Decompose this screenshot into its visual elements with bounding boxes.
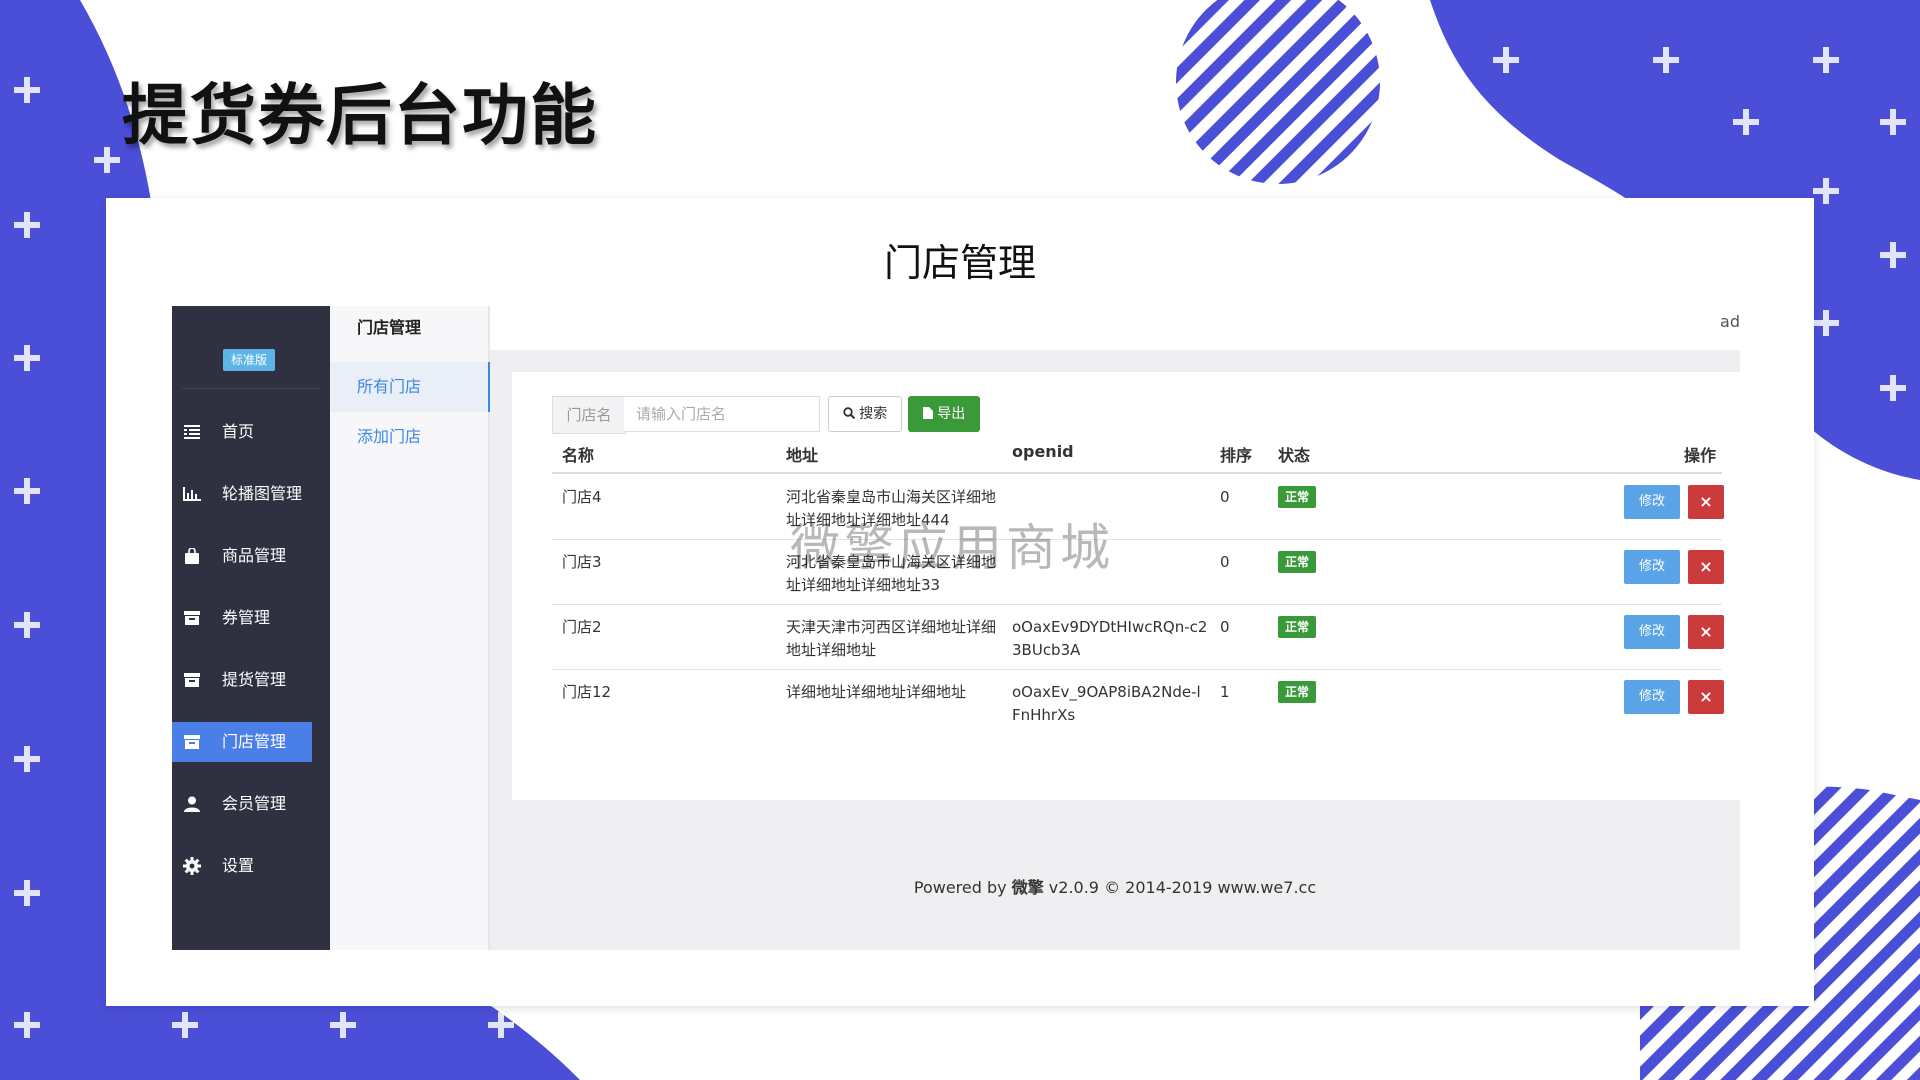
- store-openid: oOaxEv_9OAP8iBA2Nde-lFnHhrXs: [1012, 683, 1201, 724]
- sidebar-item-banner[interactable]: 轮播图管理: [172, 474, 312, 514]
- shopping-bag-icon: [182, 536, 202, 576]
- search-button[interactable]: 搜索: [828, 396, 902, 432]
- store-name: 门店3: [562, 553, 602, 571]
- search-icon: [843, 407, 855, 420]
- status-badge: 正常: [1278, 486, 1317, 508]
- store-name-search-input[interactable]: [624, 396, 820, 432]
- edit-button[interactable]: 修改: [1624, 485, 1680, 519]
- column-header-address: 地址: [786, 446, 819, 465]
- edit-button[interactable]: 修改: [1624, 550, 1680, 584]
- column-header-name: 名称: [562, 446, 595, 465]
- user-icon: [182, 784, 202, 824]
- subnav-item-label: 添加门店: [357, 427, 422, 446]
- store-openid: oOaxEv9DYDtHIwcRQn-c23BUcb3A: [1012, 618, 1208, 659]
- sidebar-item-coupons[interactable]: 券管理: [172, 598, 312, 638]
- sidebar-item-settings[interactable]: 设置: [172, 846, 312, 886]
- topbar: ad: [490, 306, 1740, 350]
- store-address: 河北省秦皇岛市山海关区详细地址详细地址详细地址33: [786, 553, 997, 594]
- subnav-item-all-stores[interactable]: 所有门店: [330, 362, 491, 412]
- delete-button[interactable]: ×: [1688, 680, 1724, 714]
- delete-button[interactable]: ×: [1688, 550, 1724, 584]
- sidebar-item-label: 会员管理: [222, 794, 287, 813]
- page-footer: Powered by 微擎 v2.0.9 © 2014-2019 www.we7…: [490, 874, 1740, 898]
- subnav-item-label: 所有门店: [357, 377, 422, 396]
- export-button-label: 导出: [937, 406, 966, 422]
- sidebar-item-label: 提货管理: [222, 670, 287, 689]
- store-list-panel: 门店名 搜索 导出 名称 地址 openid 排序: [512, 372, 1740, 800]
- sidebar-item-label: 商品管理: [222, 546, 287, 565]
- table-row: 门店4 河北省秦皇岛市山海关区详细地址详细地址详细地址444 0 正常 修改 ×: [552, 474, 1724, 540]
- sidebar-item-pickup[interactable]: 提货管理: [172, 660, 312, 700]
- footer-suffix: v2.0.9 © 2014-2019 www.we7.cc: [1043, 878, 1317, 897]
- status-badge: 正常: [1278, 681, 1317, 703]
- store-sort: 0: [1220, 618, 1230, 636]
- store-address: 河北省秦皇岛市山海关区详细地址详细地址详细地址444: [786, 488, 997, 529]
- sidebar: 标准版 首页 轮播图管理 商品管理 券管理 提货管理 门店管理 会员管理 设置: [172, 306, 330, 950]
- edit-button[interactable]: 修改: [1624, 680, 1680, 714]
- subnav-item-add-store[interactable]: 添加门店: [330, 412, 488, 462]
- archive-icon: [182, 598, 202, 638]
- sidebar-item-goods[interactable]: 商品管理: [172, 536, 312, 576]
- main-content: ad 门店名 搜索 导出 名称 地址: [490, 306, 1740, 950]
- table-row: 门店12 详细地址详细地址详细地址 oOaxEv_9OAP8iBA2Nde-lF…: [552, 669, 1724, 734]
- delete-button[interactable]: ×: [1688, 485, 1724, 519]
- column-header-openid: openid: [1012, 442, 1074, 461]
- sidebar-item-home[interactable]: 首页: [172, 412, 312, 452]
- file-icon: [922, 407, 933, 419]
- slide-title: 提货券后台功能: [122, 76, 598, 154]
- subnav: 门店管理 所有门店 添加门店: [330, 306, 491, 950]
- sidebar-item-label: 券管理: [222, 608, 271, 627]
- store-sort: 0: [1220, 488, 1230, 506]
- gear-icon: [182, 846, 202, 886]
- footer-prefix: Powered by: [913, 878, 1012, 897]
- store-sort: 0: [1220, 553, 1230, 571]
- edit-button[interactable]: 修改: [1624, 615, 1680, 649]
- archive-icon: [182, 722, 202, 762]
- store-name: 门店12: [562, 683, 612, 701]
- table-row: 门店2 天津天津市河西区详细地址详细地址详细地址 oOaxEv9DYDtHIwc…: [552, 604, 1724, 670]
- archive-icon: [182, 660, 202, 700]
- card-title: 门店管理: [883, 241, 1036, 285]
- sidebar-item-label: 门店管理: [222, 732, 287, 751]
- search-button-label: 搜索: [859, 406, 888, 422]
- sidebar-item-label: 首页: [222, 422, 255, 441]
- status-badge: 正常: [1278, 616, 1317, 638]
- store-name: 门店2: [562, 618, 602, 636]
- column-header-status: 状态: [1278, 446, 1311, 465]
- sidebar-item-label: 轮播图管理: [222, 484, 303, 503]
- admin-app: 标准版 首页 轮播图管理 商品管理 券管理 提货管理 门店管理 会员管理 设置 …: [172, 306, 1740, 950]
- store-address: 详细地址详细地址详细地址: [786, 683, 967, 701]
- user-menu[interactable]: ad: [1720, 312, 1740, 331]
- sidebar-item-label: 设置: [222, 856, 255, 875]
- delete-button[interactable]: ×: [1688, 615, 1724, 649]
- export-button[interactable]: 导出: [908, 396, 980, 432]
- table-row: 门店3 河北省秦皇岛市山海关区详细地址详细地址详细地址33 0 正常 修改 ×: [552, 539, 1724, 605]
- store-sort: 1: [1220, 683, 1230, 701]
- list-icon: [182, 412, 202, 452]
- bar-chart-icon: [182, 474, 202, 514]
- search-addon-label: 门店名: [552, 396, 626, 434]
- store-address: 天津天津市河西区详细地址详细地址详细地址: [786, 618, 997, 659]
- footer-brand: 微擎: [1011, 878, 1044, 897]
- sidebar-item-stores[interactable]: 门店管理: [172, 722, 312, 762]
- column-header-actions: 操作: [1684, 446, 1717, 465]
- store-name: 门店4: [562, 488, 602, 506]
- screenshot-card: 门店管理 标准版 首页 轮播图管理 商品管理 券管理 提货管理 门店管理 会员管…: [106, 198, 1814, 1006]
- subnav-title: 门店管理: [357, 318, 422, 337]
- sidebar-item-members[interactable]: 会员管理: [172, 784, 312, 824]
- sidebar-divider: [182, 388, 320, 389]
- edition-badge: 标准版: [223, 349, 275, 371]
- column-header-sort: 排序: [1220, 446, 1253, 465]
- status-badge: 正常: [1278, 551, 1317, 573]
